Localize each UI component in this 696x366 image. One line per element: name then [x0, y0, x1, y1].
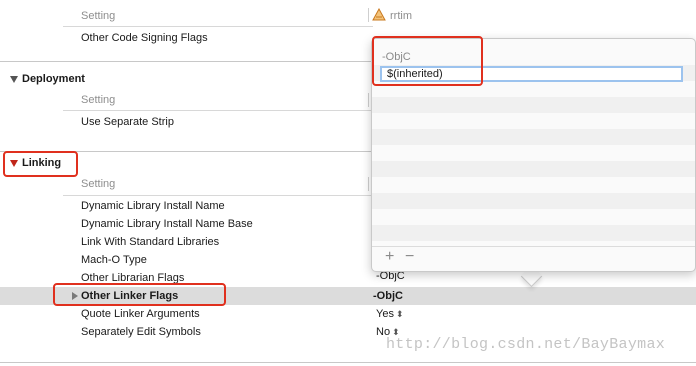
add-flag-button[interactable]: + — [385, 249, 394, 265]
setting-label: Other Code Signing Flags — [81, 32, 208, 44]
highlight-box-flags — [372, 36, 483, 86]
column-divider — [368, 8, 369, 22]
disclosure-triangle-icon[interactable] — [10, 76, 18, 83]
column-divider — [368, 177, 369, 191]
setting-label: Mach-O Type — [81, 254, 147, 266]
stepper-icon: ⬍ — [395, 309, 404, 319]
highlight-box-linking — [3, 151, 78, 177]
highlight-box-other-linker-flags — [53, 283, 226, 306]
setting-value: Yes — [376, 308, 394, 320]
setting-row-quote-linker-arguments[interactable]: Quote Linker Arguments Yes ⬍ — [0, 305, 696, 323]
setting-label: Link With Standard Libraries — [81, 236, 220, 248]
watermark-text: http://blog.csdn.net/BayBaymax — [386, 336, 666, 353]
section-title-deployment[interactable]: Deployment — [22, 73, 85, 85]
setting-label: Use Separate Strip — [81, 116, 174, 128]
column-header-setting: Setting — [81, 94, 116, 106]
setting-label: Separately Edit Symbols — [81, 326, 201, 338]
setting-value[interactable]: -ObjC — [373, 290, 403, 302]
column-header-setting: Setting — [81, 178, 116, 190]
target-name: rrtim — [390, 10, 412, 22]
column-divider — [368, 93, 369, 107]
remove-flag-button[interactable]: − — [405, 249, 414, 265]
setting-value-popup[interactable]: Yes ⬍ — [376, 308, 404, 320]
setting-label: Dynamic Library Install Name Base — [81, 218, 253, 230]
app-target-icon — [372, 7, 386, 25]
setting-label: Dynamic Library Install Name — [81, 200, 225, 212]
column-header-setting: Setting — [81, 10, 116, 22]
setting-label: Quote Linker Arguments — [81, 308, 200, 320]
